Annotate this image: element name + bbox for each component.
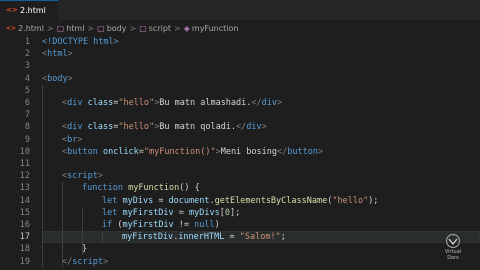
chevron-right-icon: > [87, 23, 95, 33]
code-line-6: <div class="hello">Bu matn almashadi.</d… [62, 98, 283, 108]
line-number: 4 [24, 73, 30, 84]
line-number: 12 [19, 171, 30, 182]
tab-label: 2.html [20, 6, 46, 15]
line-number: 18 [19, 244, 30, 255]
tab-2-html[interactable]: <> 2.html [0, 0, 58, 20]
code-line-12: <script> [62, 171, 103, 182]
line-number-active: 17 [19, 232, 30, 243]
watermark-logo: Virtual Dars [432, 233, 474, 267]
watermark-line-2: Dars [447, 255, 459, 261]
code-line-8: <div class="hello">Bu matn qoladi.</div> [62, 122, 267, 133]
code-line-2: <html> [42, 49, 73, 60]
line-number: 3 [24, 61, 30, 72]
indent-guide [102, 231, 103, 244]
line-number: 9 [24, 134, 30, 145]
function-icon: ◈ [183, 23, 190, 33]
html-file-icon: <> [6, 6, 18, 14]
chevron-right-icon: > [174, 23, 181, 33]
breadcrumb-item-body[interactable]: ▢ body [97, 24, 126, 33]
line-number: 6 [24, 98, 30, 108]
chevron-right-icon: > [46, 23, 54, 33]
line-number: 2 [24, 49, 30, 60]
line-number-gutter: 1 2 3 4 5 6 7 8 9 10 11 12 13 14 15 16 1… [0, 36, 36, 270]
breadcrumb-item-html[interactable]: ▢ html [57, 24, 85, 33]
code-area[interactable]: <!DOCTYPE html> <html> <body> <div class… [42, 36, 478, 270]
code-line-16: if (myFirstDiv != null) [102, 220, 220, 230]
code-line-18: } [82, 244, 88, 255]
breadcrumb-item-myfunction[interactable]: ◈ myFunction [184, 24, 239, 33]
line-number: 13 [19, 183, 30, 194]
breadcrumb: <> 2.html > ▢ html > ▢ body > ▢ script >… [0, 20, 480, 36]
line-number: 1 [24, 37, 30, 47]
code-line-14: let myDivs = document.getElementsByClass… [102, 195, 379, 206]
element-icon: ▢ [56, 23, 65, 33]
element-icon: ▢ [139, 23, 147, 33]
line-number: 7 [24, 110, 30, 121]
code-line-10: <button onclick="myFunction()">Meni bosi… [62, 146, 324, 157]
line-number: 14 [19, 195, 30, 206]
code-line-13: function myFunction() { [82, 183, 200, 194]
code-line-4: <body> [42, 73, 73, 84]
line-number: 10 [19, 146, 30, 157]
code-line-9: <br> [62, 134, 83, 145]
line-number: 19 [19, 256, 30, 267]
code-line-19: </script> [62, 256, 109, 267]
line-number: 11 [19, 159, 30, 169]
code-editor[interactable]: 1 2 3 4 5 6 7 8 9 10 11 12 13 14 15 16 1… [0, 36, 480, 270]
html-file-icon: <> [6, 24, 17, 32]
line-number: 8 [24, 122, 30, 133]
element-icon: ▢ [97, 23, 105, 33]
line-number: 16 [19, 220, 30, 230]
line-number: 5 [24, 85, 30, 96]
breadcrumb-item-script[interactable]: ▢ script [139, 24, 171, 33]
chevron-right-icon: > [129, 23, 137, 33]
tab-bar: <> 2.html [0, 0, 480, 20]
code-line-1: <!DOCTYPE html> [42, 37, 119, 47]
code-line-17: myFirstDiv.innerHTML = "Salom!"; [122, 232, 286, 243]
logo-icon [445, 233, 461, 249]
code-line-15: let myFirstDiv = myDivs[0]; [102, 207, 241, 218]
indent-guide [42, 84, 43, 267]
breadcrumb-item-file[interactable]: <> 2.html [0, 24, 44, 33]
line-number: 15 [19, 207, 30, 218]
